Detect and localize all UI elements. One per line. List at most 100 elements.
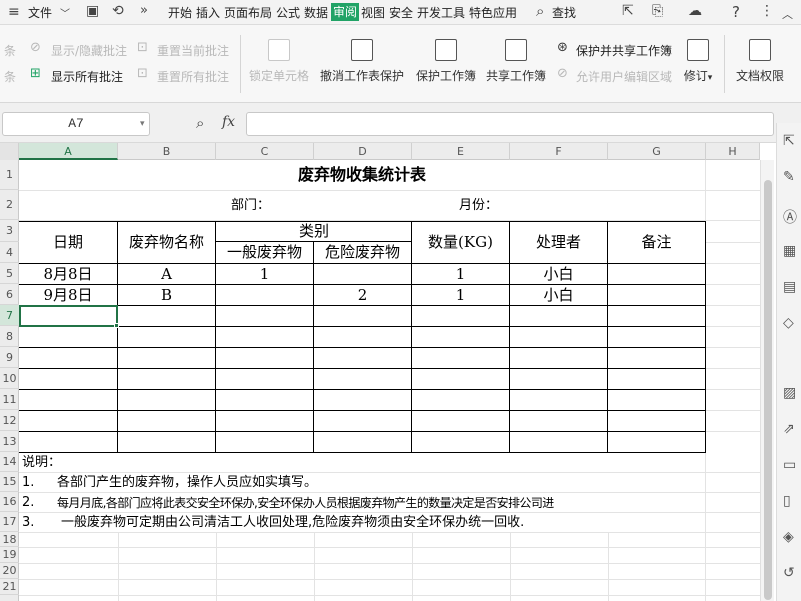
spreadsheet-grid[interactable]: 废弃物收集统计表 部门： 月份： 日期 废弃物名称 类别 一般废弃物 危险废弃物… [19,160,760,601]
more-icon[interactable]: » [140,3,148,18]
more-options-icon[interactable]: ⋮ [760,3,774,19]
clipboard-icon[interactable]: ▯ [783,493,791,509]
export-icon[interactable]: ⇗ [783,421,795,437]
tab-view[interactable]: 视图 [361,4,385,21]
collapse-icon[interactable]: ︿ [782,6,793,22]
shape-icon[interactable]: ◇ [783,315,794,331]
fill-handle[interactable] [114,323,119,328]
row-header[interactable]: 15 [0,472,19,492]
unprotect-sheet-button[interactable]: 撤消工作表保护 [318,39,406,84]
row-header[interactable]: 8 [0,326,19,347]
fx-icon[interactable]: fx [222,114,235,130]
export-icon[interactable]: ⎘ [652,3,663,19]
protect-and-share-button[interactable]: 保护并共享工作簿 [576,42,672,59]
show-all-comments-button[interactable]: 显示所有批注 [51,68,123,85]
reset-current-comment-button[interactable]: 重置当前批注 [157,42,229,59]
row-header[interactable]: 10 [0,368,19,389]
table-icon[interactable]: ▦ [783,243,796,259]
row-header[interactable]: 21 [0,579,19,595]
row-header[interactable]: 2 [0,190,19,220]
column-header-g[interactable]: G [608,143,706,160]
archive-icon[interactable]: ▭ [783,457,796,473]
cell-quantity[interactable]: 1 [412,285,509,305]
row-header[interactable]: 5 [0,263,19,284]
row-header[interactable]: 19 [0,547,19,563]
protect-workbook-button[interactable]: 保护工作簿 [414,39,478,84]
show-hide-comments-button[interactable]: 显示/隐藏批注 [51,42,127,59]
share-icon[interactable]: ⇱ [622,3,634,19]
row-header[interactable]: 20 [0,563,19,579]
row-header[interactable]: 14 [0,452,19,472]
column-header-h[interactable]: H [706,143,760,160]
cell-date[interactable]: 8月8日 [19,264,117,284]
layout-icon[interactable]: ▤ [783,279,796,295]
row-header[interactable]: 4 [0,242,19,263]
row-header[interactable]: 1 [0,160,19,190]
cursor-select-icon[interactable]: ⇱ [783,133,795,149]
tab-formulas[interactable]: 公式 [276,4,300,21]
style-icon[interactable]: ✎ [783,169,795,185]
doc-permissions-button[interactable]: 文档权限 [734,39,786,84]
search-button[interactable]: 查找 [552,4,576,21]
shield-icon[interactable]: ◈ [783,529,794,545]
row-header[interactable]: 9 [0,347,19,368]
tab-special-apps[interactable]: 特色应用 [469,4,517,21]
zoom-search-icon[interactable]: ⌕ [196,114,204,132]
tab-insert[interactable]: 插入 [196,4,220,21]
name-box[interactable]: A7 [2,112,150,136]
tab-page-layout[interactable]: 页面布局 [224,4,272,21]
formula-input[interactable] [246,112,774,136]
cell-date[interactable]: 9月8日 [19,285,117,305]
select-all-corner[interactable] [0,143,19,160]
cell-quantity[interactable]: 1 [412,264,509,284]
row-header[interactable]: 13 [0,431,19,452]
format-painter-icon[interactable]: ⟲ [112,3,124,19]
cell-general-waste[interactable]: 1 [216,264,313,284]
lock-cell-button[interactable]: 锁定单元格 [248,39,310,84]
history-icon[interactable]: ↺ [783,565,795,581]
cell-waste-name[interactable]: A [118,264,215,284]
menu-icon[interactable]: ≡ [8,4,20,20]
tab-home[interactable]: 开始 [168,4,192,21]
name-box-dropdown-icon[interactable]: ▾ [140,119,145,129]
column-header-a[interactable]: A [19,143,118,160]
revise-button[interactable]: 修订▾ [680,39,716,84]
row-header[interactable]: 17 [0,512,19,532]
ribbon-partial-label[interactable]: 条 [4,42,16,59]
save-icon[interactable]: ▣ [86,3,99,19]
tab-data[interactable]: 数据 [304,4,328,21]
ribbon-partial-label[interactable]: 条 [4,68,16,85]
column-header-b[interactable]: B [118,143,216,160]
row-header[interactable]: 7 [0,305,19,326]
scrollbar-thumb[interactable] [764,180,772,600]
search-icon[interactable]: ⌕ [536,2,544,20]
row-header[interactable]: 11 [0,389,19,410]
tab-developer[interactable]: 开发工具 [417,4,465,21]
chevron-down-icon[interactable]: ﹀ [60,5,70,20]
selected-cell[interactable] [19,305,118,327]
reset-all-comments-button[interactable]: 重置所有批注 [157,68,229,85]
font-icon[interactable]: Ⓐ [783,207,797,227]
row-header[interactable]: 3 [0,220,19,242]
tab-review[interactable]: 审阅 [331,3,360,21]
cell-handler[interactable]: 小白 [510,285,607,305]
vertical-scrollbar[interactable] [760,160,774,601]
cell-waste-name[interactable]: B [118,285,215,305]
row-header[interactable]: 12 [0,410,19,431]
column-header-e[interactable]: E [412,143,510,160]
column-header-f[interactable]: F [510,143,608,160]
help-icon[interactable]: ? [732,3,740,21]
cloud-icon[interactable]: ☁ [688,3,702,19]
row-header[interactable]: 16 [0,492,19,512]
share-workbook-button[interactable]: 共享工作簿 [484,39,548,84]
row-header[interactable]: 18 [0,532,19,547]
column-header-d[interactable]: D [314,143,412,160]
tab-security[interactable]: 安全 [389,4,413,21]
cell-handler[interactable]: 小白 [510,264,607,284]
file-menu[interactable]: 文件 [28,4,52,21]
image-icon[interactable]: ▨ [783,385,796,401]
row-header[interactable]: 6 [0,284,19,305]
column-header-c[interactable]: C [216,143,314,160]
allow-edit-ranges-button[interactable]: 允许用户编辑区域 [576,68,672,85]
cell-hazardous-waste[interactable]: 2 [314,285,411,305]
